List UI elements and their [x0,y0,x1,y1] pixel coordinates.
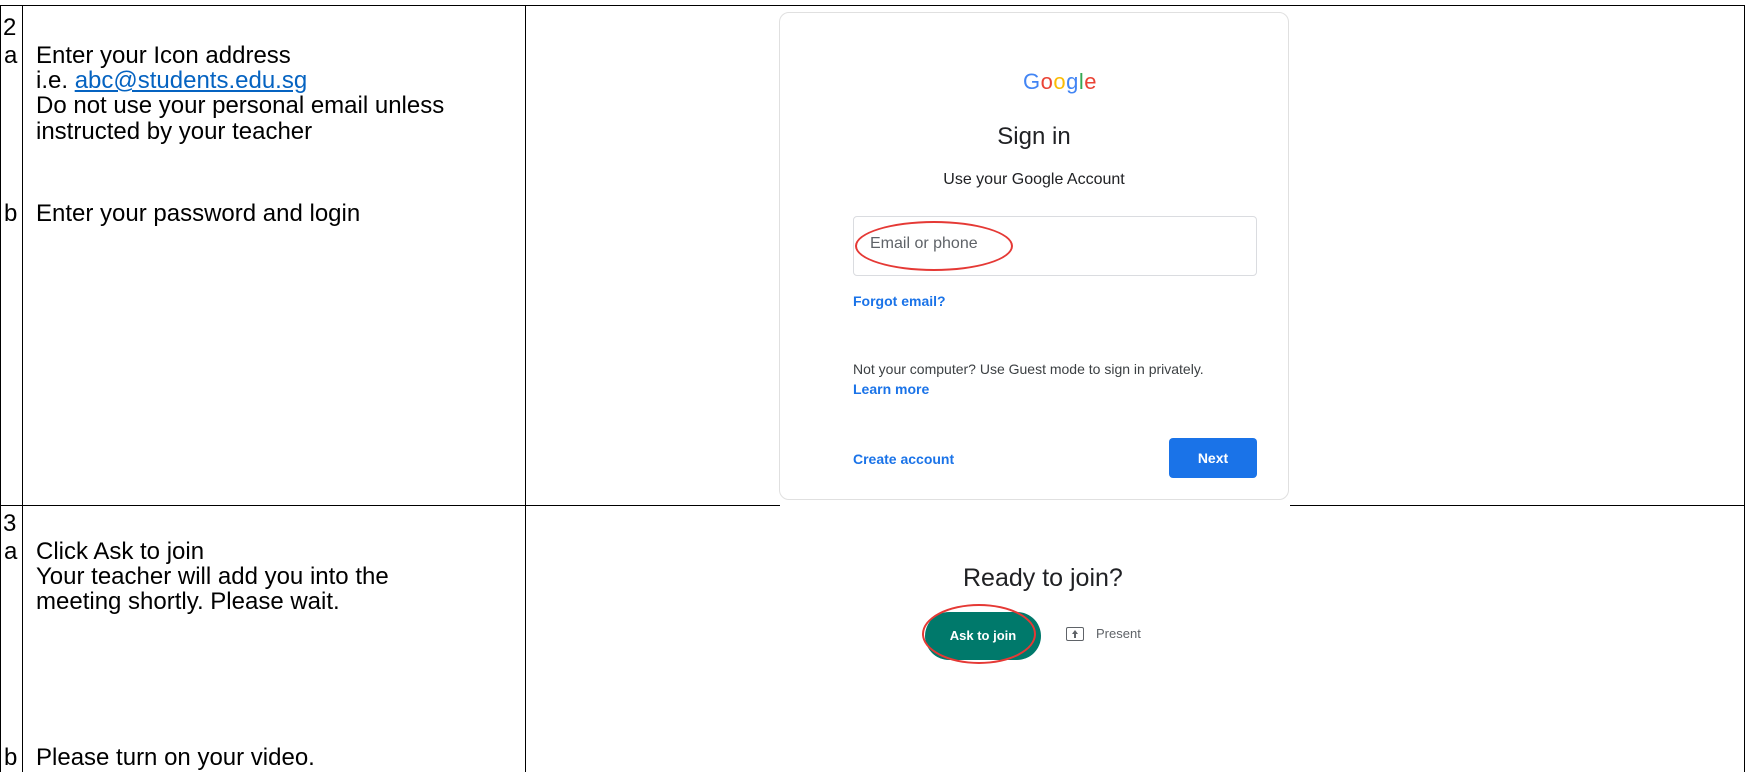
step-3-sub-a: a [4,538,18,565]
step-3-instruction-line-3: meeting shortly. Please wait. [36,588,340,615]
table-col-divider-2 [525,5,526,772]
google-logo-letter: g [1066,69,1079,94]
present-screen-icon[interactable] [1066,627,1084,641]
signin-subtitle: Use your Google Account [943,171,1125,188]
ask-to-join-annotation-circle [922,604,1036,664]
step-3-instruction-b: Please turn on your video. [36,744,315,771]
google-signin-card: Google Sign in Use your Google Account F… [779,12,1289,500]
step-2-instruction-line-4: instructed by your teacher [36,118,313,145]
step-2-instruction-line-2: i.e. abc@students.edu.sg [36,69,307,93]
signin-title: Sign in [997,123,1071,150]
table-row-divider-right [1290,505,1745,506]
google-logo-letter: G [1023,69,1041,94]
table-col-divider-1 [22,5,23,772]
forgot-email-link[interactable]: Forgot email? [853,293,946,309]
table-row-divider-mid [945,505,1170,506]
google-logo-letter: o [1040,69,1054,94]
step-2-instruction-b: Enter your password and login [36,200,361,227]
step-3-number: 3 [3,510,17,537]
table-border-left [0,5,1,772]
step-3-instruction-line-2: Your teacher will add you into the [36,563,389,590]
step-2-number: 2 [3,14,17,41]
learn-more-link[interactable]: Learn more [853,381,929,397]
present-button[interactable]: Present [1096,626,1141,641]
step-3-sub-b: b [4,744,18,771]
step-2-sub-b: b [4,200,18,227]
example-prefix: i.e. [36,67,75,94]
step-2-instruction-line-1: Enter your Icon address [36,42,291,69]
step-3-instruction-line-1: Click Ask to join [36,538,205,565]
google-logo: Google [1023,69,1097,95]
google-logo-letter: e [1084,69,1098,94]
guest-mode-text: Not your computer? Use Guest mode to sig… [853,361,1204,377]
example-email-link[interactable]: abc@students.edu.sg [75,67,308,94]
step-2-sub-a: a [4,42,18,69]
step-2-instruction-line-3: Do not use your personal email unless [36,92,445,119]
table-border-top [0,5,1745,6]
email-annotation-circle [855,221,1013,271]
ready-to-join-heading: Ready to join? [963,564,1123,592]
google-logo-letter: o [1053,69,1067,94]
next-button[interactable]: Next [1169,438,1257,478]
table-row-divider-left [0,505,780,506]
create-account-link[interactable]: Create account [853,451,954,467]
